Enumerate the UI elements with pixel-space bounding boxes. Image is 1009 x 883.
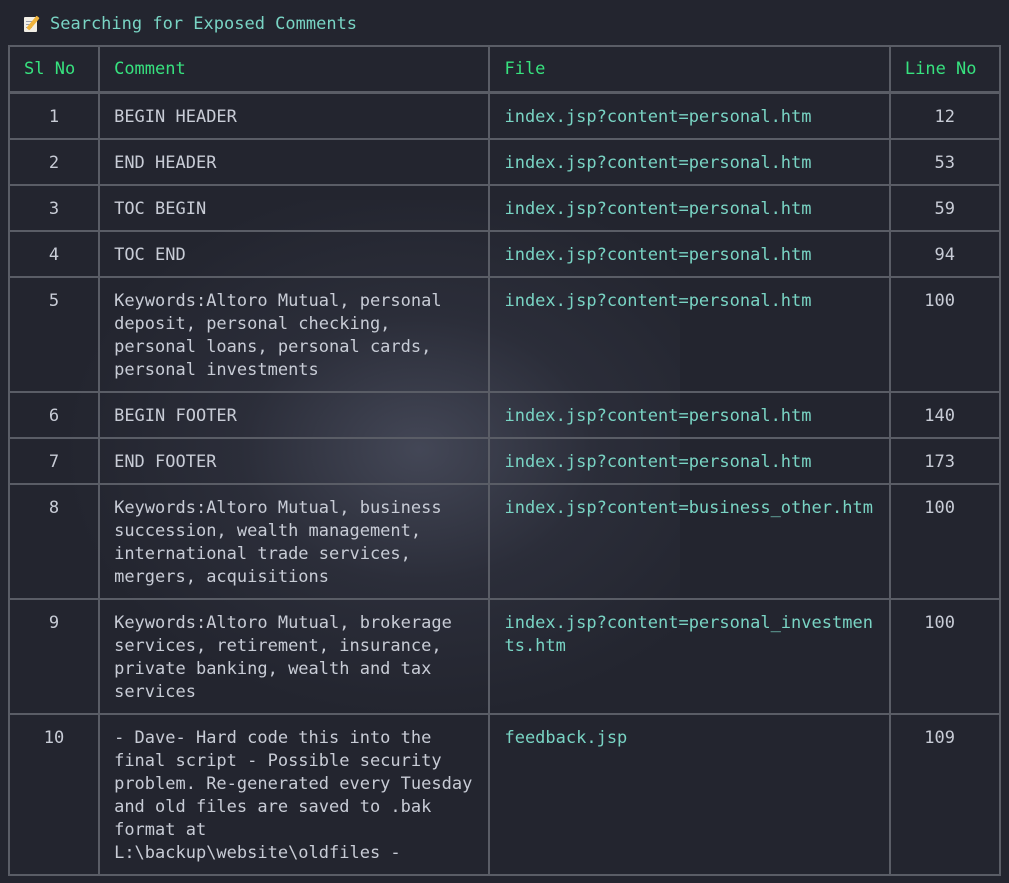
cell-line-no: 173 [888, 437, 1002, 485]
table-row: 3 TOC BEGIN index.jsp?content=personal.h… [7, 184, 1002, 232]
cell-sl-no: 2 [7, 138, 101, 186]
cell-file: index.jsp?content=personal.htm [488, 437, 891, 485]
cell-comment: TOC END [98, 230, 491, 278]
cell-comment: BEGIN HEADER [98, 91, 491, 140]
table-row: 4 TOC END index.jsp?content=personal.htm… [7, 230, 1002, 278]
column-header-line-no: Line No [888, 45, 1002, 94]
cell-file: index.jsp?content=personal.htm [488, 138, 891, 186]
page-title-text: Searching for Exposed Comments [50, 14, 358, 34]
cell-file: index.jsp?content=personal_investments.h… [488, 598, 891, 715]
cell-sl-no: 4 [7, 230, 101, 278]
cell-line-no: 94 [888, 230, 1002, 278]
table-row: 5 Keywords:Altoro Mutual, personal depos… [7, 276, 1002, 393]
cell-file: index.jsp?content=business_other.htm [488, 483, 891, 600]
comments-table: Sl No Comment File Line No 1 BEGIN HEADE… [7, 45, 1002, 876]
column-header-sl-no: Sl No [7, 45, 101, 94]
cell-comment: - Dave- Hard code this into the final sc… [98, 713, 491, 876]
cell-sl-no: 9 [7, 598, 101, 715]
cell-file: index.jsp?content=personal.htm [488, 91, 891, 140]
cell-comment: Keywords:Altoro Mutual, business success… [98, 483, 491, 600]
table-row: 7 END FOOTER index.jsp?content=personal.… [7, 437, 1002, 485]
cell-line-no: 140 [888, 391, 1002, 439]
column-header-comment: Comment [98, 45, 491, 94]
cell-comment: BEGIN FOOTER [98, 391, 491, 439]
cell-line-no: 109 [888, 713, 1002, 876]
cell-comment: TOC BEGIN [98, 184, 491, 232]
table-row: 8 Keywords:Altoro Mutual, business succe… [7, 483, 1002, 600]
column-header-file: File [488, 45, 891, 94]
cell-sl-no: 6 [7, 391, 101, 439]
cell-line-no: 100 [888, 598, 1002, 715]
table-row: 10 - Dave- Hard code this into the final… [7, 713, 1002, 876]
cell-file: index.jsp?content=personal.htm [488, 230, 891, 278]
cell-sl-no: 8 [7, 483, 101, 600]
table-row: 9 Keywords:Altoro Mutual, brokerage serv… [7, 598, 1002, 715]
memo-icon [24, 15, 40, 33]
cell-file: feedback.jsp [488, 713, 891, 876]
cell-line-no: 100 [888, 483, 1002, 600]
cell-file: index.jsp?content=personal.htm [488, 184, 891, 232]
table-row: 6 BEGIN FOOTER index.jsp?content=persona… [7, 391, 1002, 439]
cell-comment: Keywords:Altoro Mutual, brokerage servic… [98, 598, 491, 715]
table-row: 1 BEGIN HEADER index.jsp?content=persona… [7, 91, 1002, 140]
table-header-row: Sl No Comment File Line No [7, 45, 1002, 94]
cell-file: index.jsp?content=personal.htm [488, 276, 891, 393]
table-row: 2 END HEADER index.jsp?content=personal.… [7, 138, 1002, 186]
cell-line-no: 12 [888, 91, 1002, 140]
cell-comment: END FOOTER [98, 437, 491, 485]
cell-line-no: 53 [888, 138, 1002, 186]
cell-sl-no: 3 [7, 184, 101, 232]
cell-sl-no: 10 [7, 713, 101, 876]
cell-comment: Keywords:Altoro Mutual, personal deposit… [98, 276, 491, 393]
cell-line-no: 100 [888, 276, 1002, 393]
cell-sl-no: 5 [7, 276, 101, 393]
cell-line-no: 59 [888, 184, 1002, 232]
page-title: Searching for Exposed Comments [24, 12, 357, 36]
cell-file: index.jsp?content=personal.htm [488, 391, 891, 439]
cell-comment: END HEADER [98, 138, 491, 186]
cell-sl-no: 7 [7, 437, 101, 485]
cell-sl-no: 1 [7, 91, 101, 140]
